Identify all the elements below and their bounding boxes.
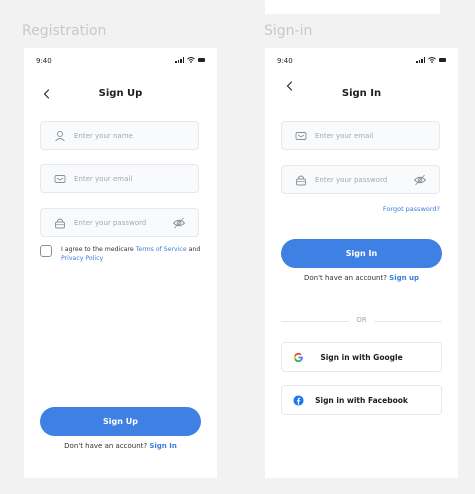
google-icon [292, 351, 304, 363]
password-field[interactable] [281, 165, 440, 194]
signup-footer: Don't have an account? Sign In [24, 442, 217, 450]
mail-icon [294, 129, 308, 143]
lock-icon [294, 173, 308, 187]
page-title: Sign In [341, 88, 382, 99]
battery-icon [439, 58, 446, 62]
privacy-link[interactable]: Privacy Policy [61, 255, 103, 262]
name-input[interactable] [74, 131, 174, 140]
page-title: Sign Up [98, 88, 143, 99]
password-input[interactable] [315, 175, 415, 184]
password-input[interactable] [74, 218, 174, 227]
divider-line-right [374, 321, 442, 322]
facebook-icon [292, 394, 304, 406]
user-icon [53, 129, 67, 143]
agree-and: and [186, 246, 201, 253]
signup-link[interactable]: Sign up [389, 274, 419, 282]
signin-footer: Don't have an account? Sign up [265, 274, 458, 282]
google-signin-button[interactable]: Sign in with Google [281, 342, 442, 372]
signal-icon [175, 57, 184, 63]
email-input[interactable] [315, 131, 415, 140]
or-text: OR [356, 316, 367, 324]
password-field[interactable] [40, 208, 199, 237]
name-field[interactable] [40, 121, 199, 150]
status-time: 9:40 [277, 57, 293, 65]
footer-text: Don't have an account? [303, 274, 390, 282]
signin-link[interactable]: Sign In [149, 442, 176, 450]
wifi-icon [428, 57, 436, 63]
email-field[interactable] [281, 121, 440, 150]
forgot-password-link[interactable]: Forgot password? [383, 205, 440, 213]
agree-prefix: I agree to the medicare [61, 246, 136, 253]
signup-screen: 9:40 Sign Up Enter your name Enter your … [24, 48, 217, 478]
signin-screen: 9:40 Sign In Forgot password? Si [265, 48, 458, 478]
footer-text: Don't have an account? [64, 442, 150, 450]
section-title-signin: Sign-in [264, 23, 313, 39]
section-title-registration: Registration [22, 23, 107, 39]
status-time: 9:40 [36, 57, 52, 65]
status-icons [416, 57, 446, 63]
battery-icon [198, 58, 205, 62]
google-signin-label: Sign in with Google [320, 352, 403, 362]
agree-checkbox[interactable] [40, 245, 52, 257]
signal-icon [416, 57, 425, 63]
eye-off-icon[interactable] [172, 216, 186, 230]
facebook-signin-button[interactable]: Sign in with Facebook [281, 385, 442, 415]
signup-button[interactable]: Sign Up [40, 407, 201, 436]
lock-icon [53, 216, 67, 230]
email-input[interactable] [74, 174, 174, 183]
email-field[interactable] [40, 164, 199, 193]
signin-button[interactable]: Sign In [281, 239, 442, 268]
mail-icon [53, 172, 67, 186]
status-icons [175, 57, 205, 63]
agree-text: I agree to the medicare Terms of Service… [61, 245, 201, 263]
wifi-icon [187, 57, 195, 63]
facebook-signin-label: Sign in with Facebook [315, 395, 408, 405]
or-divider: OR [281, 316, 442, 326]
terms-link[interactable]: Terms of Service [136, 246, 187, 253]
top-stub-panel [265, 0, 440, 14]
eye-off-icon[interactable] [413, 173, 427, 187]
